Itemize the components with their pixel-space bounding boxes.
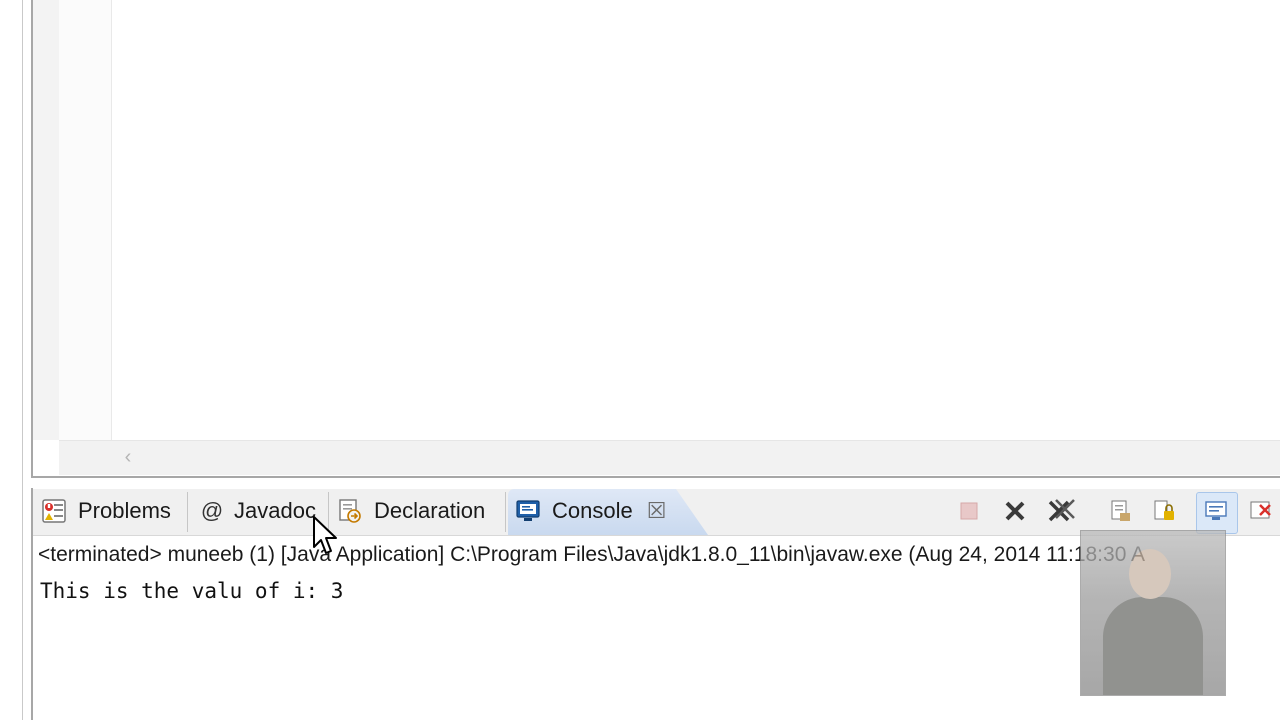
- console-output-line: This is the valu of i: 3: [40, 579, 344, 603]
- tab-separator: [187, 492, 188, 532]
- pin-console-icon[interactable]: [1246, 496, 1276, 526]
- tab-javadoc[interactable]: @ Javadoc: [200, 489, 316, 533]
- close-icon[interactable]: ☒: [647, 498, 667, 524]
- webcam-person-head: [1129, 549, 1171, 599]
- terminate-icon[interactable]: [954, 496, 984, 526]
- editor-gutter: [33, 0, 59, 440]
- declaration-icon: [336, 497, 364, 525]
- scroll-left-arrow-icon[interactable]: ‹: [118, 447, 138, 467]
- editor-box: [31, 0, 1280, 478]
- remove-launch-icon[interactable]: [1000, 496, 1030, 526]
- editor-ruler: [59, 0, 112, 440]
- tab-console[interactable]: Console ☒: [514, 489, 666, 533]
- console-icon: [514, 497, 542, 525]
- tab-console-label: Console: [552, 498, 633, 523]
- tab-javadoc-label: Javadoc: [234, 498, 316, 523]
- javadoc-at-icon: @: [200, 498, 224, 523]
- tab-problems[interactable]: Problems: [40, 489, 171, 533]
- remove-all-terminated-icon[interactable]: [1046, 496, 1076, 526]
- problems-icon: [40, 497, 68, 525]
- display-selected-console-icon[interactable]: [1201, 496, 1231, 526]
- webcam-person-body: [1103, 597, 1203, 695]
- window-left-border: [22, 0, 23, 720]
- clear-console-icon[interactable]: [1106, 496, 1136, 526]
- editor-horizontal-scrollbar[interactable]: [59, 440, 1280, 475]
- tab-separator: [505, 492, 506, 532]
- tab-problems-label: Problems: [78, 498, 171, 523]
- tab-declaration[interactable]: Declaration: [336, 489, 485, 533]
- tab-declaration-label: Declaration: [374, 498, 486, 523]
- webcam-overlay: [1080, 530, 1226, 696]
- mouse-cursor-icon: [313, 516, 337, 554]
- scroll-lock-icon[interactable]: [1150, 496, 1180, 526]
